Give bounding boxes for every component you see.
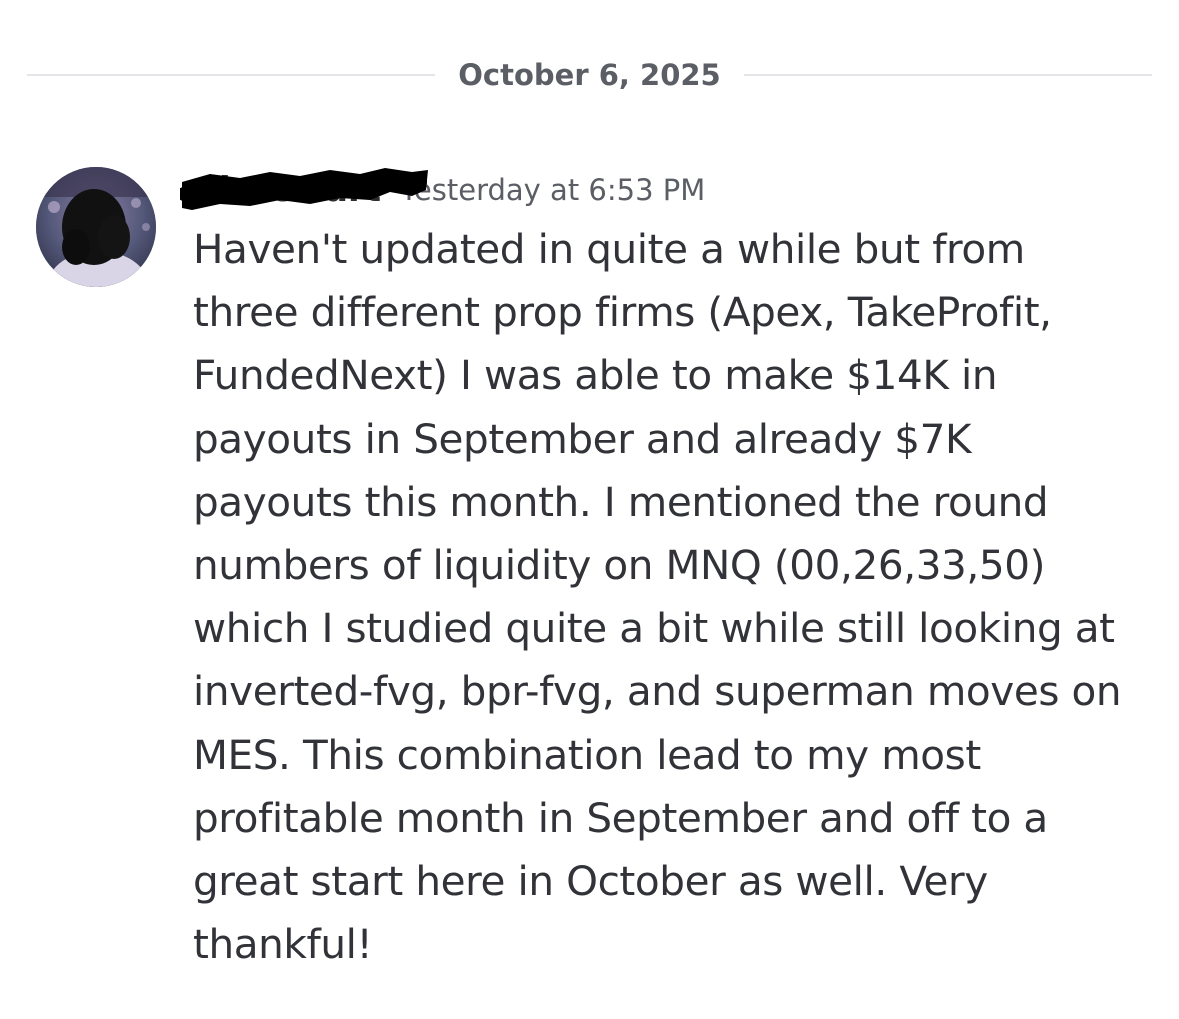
message-line: FundedNext) I was able to make $14K in: [193, 351, 998, 400]
message-timestamp: Yesterday at 6:53 PM: [400, 173, 706, 207]
message-line: three different prop firms (Apex, TakePr…: [193, 288, 1052, 337]
message: Cl t ewart Yesterday at 6:53 PM Haven't …: [0, 150, 1179, 990]
message-content: Haven't updated in quite a while but fro…: [193, 218, 1153, 976]
message-line: which I studied quite a bit while still …: [193, 604, 1115, 653]
message-line: payouts this month. I mentioned the roun…: [193, 477, 1049, 526]
message-line: Haven't updated in quite a while but fro…: [193, 225, 1025, 273]
message-line: thankful!: [193, 920, 373, 969]
message-line: great start here in October as well. Ver…: [193, 857, 988, 906]
date-divider: October 6, 2025: [27, 52, 1152, 98]
author-name-wrapper: Cl t ewart: [180, 162, 428, 218]
message-line: numbers of liquidity on MNQ (00,26,33,50…: [193, 541, 1046, 590]
author-name[interactable]: Cl t ewart: [180, 162, 389, 218]
message-header: Cl t ewart Yesterday at 6:53 PM: [180, 162, 705, 218]
user-avatar-icon[interactable]: [36, 167, 156, 287]
message-line: MES. This combination lead to my most: [193, 730, 981, 779]
message-line: profitable month in September and off to…: [193, 793, 1048, 842]
message-line: payouts in September and already $7K: [193, 414, 972, 463]
divider-line-right: [744, 74, 1152, 76]
message-line: inverted-fvg, bpr-fvg, and superman move…: [193, 667, 1122, 716]
